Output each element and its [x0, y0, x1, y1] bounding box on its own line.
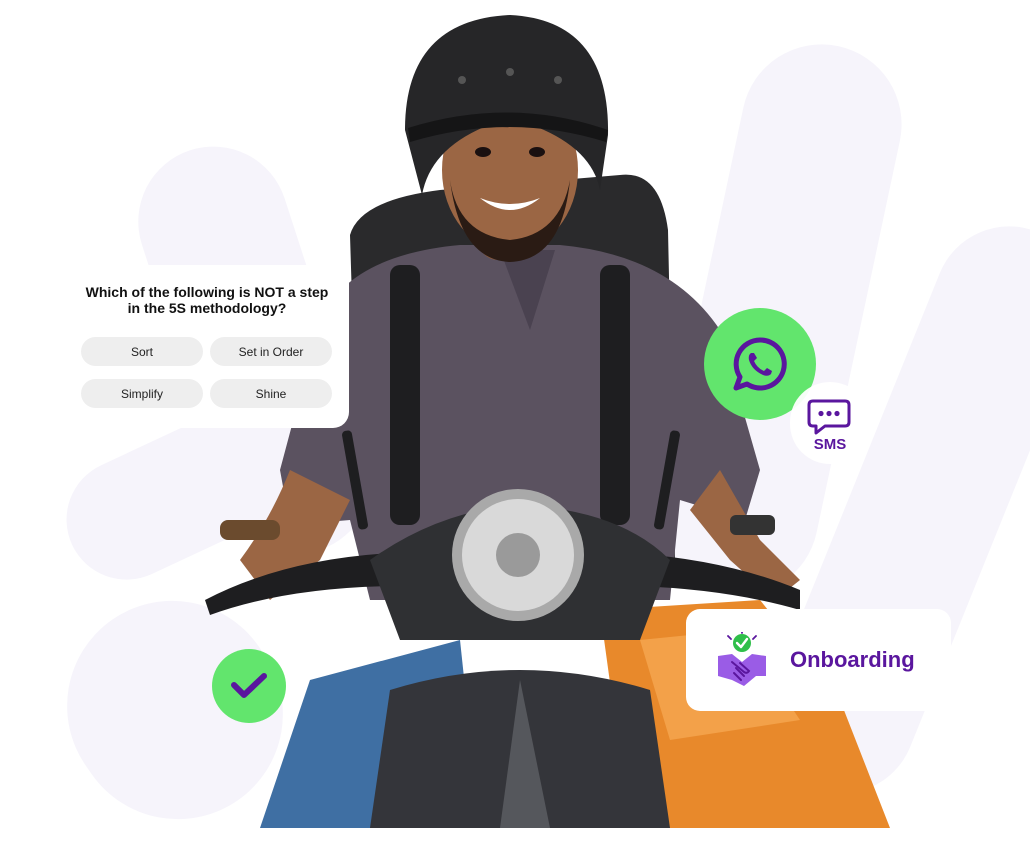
- check-badge: [212, 649, 286, 723]
- quiz-option[interactable]: Shine: [210, 379, 332, 408]
- quiz-option[interactable]: Simplify: [81, 379, 203, 408]
- quiz-option[interactable]: Set in Order: [210, 337, 332, 366]
- checkmark-icon: [231, 673, 267, 698]
- chat-bubble-icon: [807, 399, 851, 435]
- quiz-question: Which of the following is NOT a step in …: [85, 284, 329, 316]
- onboarding-label: Onboarding: [790, 647, 915, 672]
- quiz-card: Which of the following is NOT a step in …: [62, 265, 349, 428]
- whatsapp-icon: [733, 337, 787, 391]
- onboarding-card: Onboarding: [686, 609, 951, 711]
- handshake-icon: [718, 632, 766, 686]
- sms-badge: SMS: [790, 382, 870, 464]
- quiz-option[interactable]: Sort: [81, 337, 203, 366]
- sms-label: SMS: [813, 436, 847, 453]
